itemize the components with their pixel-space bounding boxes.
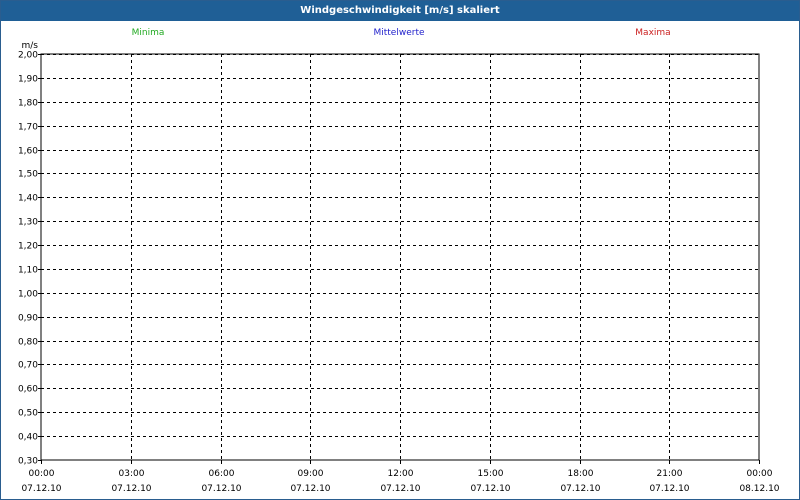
- y-tick-label: 1,10: [18, 266, 38, 276]
- y-tick-label: 1,70: [18, 123, 38, 133]
- y-tick-label: 2,00: [18, 51, 38, 61]
- x-tick-time-label: 18:00: [568, 469, 594, 479]
- chart-title: Windgeschwindigkeit [m/s] skaliert: [1, 1, 799, 21]
- x-tick-date-label: 07.12.10: [201, 484, 241, 494]
- y-tick-label: 1,30: [18, 218, 38, 228]
- y-tick-label: 1,20: [18, 242, 38, 252]
- y-axis-unit: m/s: [22, 41, 39, 51]
- y-tick-label: 1,00: [18, 290, 38, 300]
- x-tick-date-label: 08.12.10: [739, 484, 779, 494]
- x-tick-time-label: 12:00: [388, 469, 414, 479]
- legend-item-maxima: Maxima: [635, 28, 670, 38]
- y-tick-label: 0,70: [18, 361, 38, 371]
- y-tick-label: 0,30: [18, 457, 38, 467]
- x-tick-time-label: 21:00: [657, 469, 683, 479]
- x-tick-time-label: 15:00: [478, 469, 504, 479]
- y-tick-label: 1,80: [18, 99, 38, 109]
- x-tick-date-label: 07.12.10: [560, 484, 600, 494]
- x-tick-time-label: 09:00: [298, 469, 324, 479]
- y-tick-label: 1,40: [18, 194, 38, 204]
- x-tick-time-label: 00:00: [747, 469, 773, 479]
- y-tick-label: 1,60: [18, 147, 38, 157]
- y-tick-label: 0,80: [18, 338, 38, 348]
- x-tick-date-label: 07.12.10: [380, 484, 420, 494]
- y-tick-label: 0,50: [18, 409, 38, 419]
- wind-speed-chart: 0,30 0,40 0,50 0,60 0,70 0,80 0,90 1,00 1,10 1,20…: [18, 28, 780, 494]
- y-tick-label: 1,90: [18, 75, 38, 85]
- x-tick-date-label: 07.12.10: [470, 484, 510, 494]
- legend-item-minima: Minima: [132, 28, 165, 38]
- x-tick-date-label: 07.12.10: [21, 484, 61, 494]
- legend-item-mittelwerte: Mittelwerte: [373, 28, 424, 38]
- y-tick-label: 0,90: [18, 314, 38, 324]
- x-tick-date-label: 07.12.10: [649, 484, 689, 494]
- x-tick-date-label: 07.12.10: [111, 484, 151, 494]
- x-tick-date-label: 07.12.10: [290, 484, 330, 494]
- chart-window: Windgeschwindigkeit [m/s] skaliert 0,30 0…: [0, 0, 800, 500]
- x-tick-time-label: 06:00: [209, 469, 235, 479]
- x-tick-time-label: 00:00: [29, 469, 55, 479]
- x-tick-time-label: 03:00: [119, 469, 145, 479]
- y-tick-label: 0,40: [18, 433, 38, 443]
- y-tick-label: 1,50: [18, 170, 38, 180]
- y-tick-label: 0,60: [18, 385, 38, 395]
